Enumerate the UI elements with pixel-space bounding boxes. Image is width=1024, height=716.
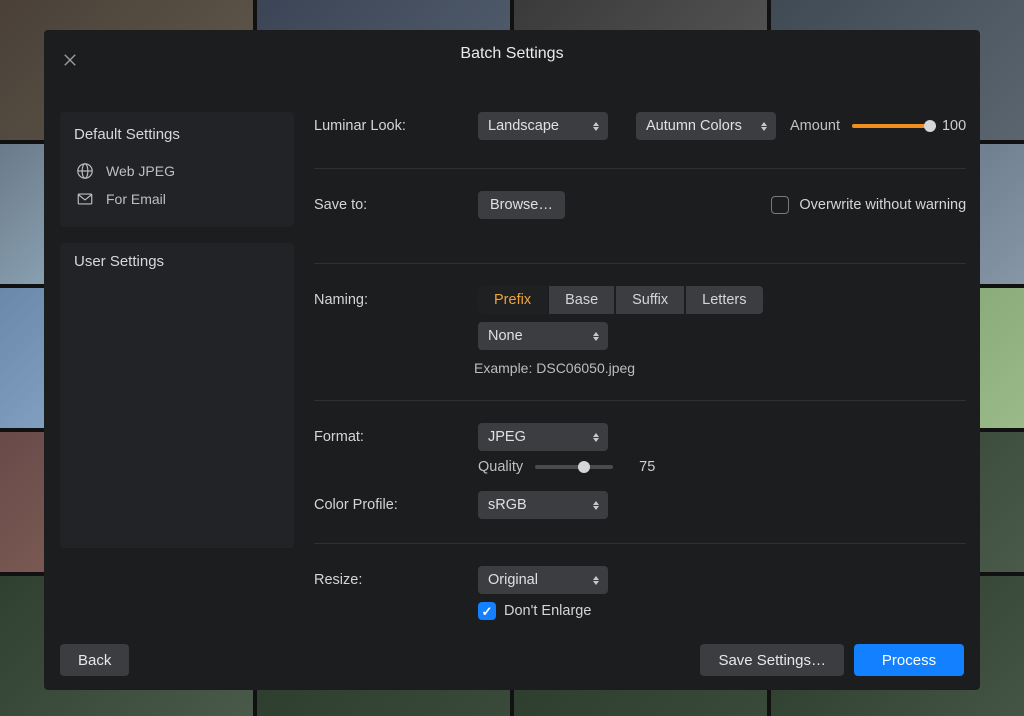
color-profile-label: Color Profile: bbox=[314, 497, 464, 513]
color-profile-select[interactable]: sRGB bbox=[478, 491, 608, 519]
preset-label: Web JPEG bbox=[106, 163, 175, 179]
format-select[interactable]: JPEG bbox=[478, 423, 608, 451]
preset-label: For Email bbox=[106, 191, 166, 207]
quality-row: Quality 75 bbox=[314, 459, 966, 491]
divider bbox=[314, 168, 966, 169]
resize-label: Resize: bbox=[314, 572, 464, 588]
user-settings-section: User Settings bbox=[60, 243, 294, 548]
select-value: sRGB bbox=[488, 497, 527, 513]
naming-option-select[interactable]: None bbox=[478, 322, 608, 350]
look-label: Luminar Look: bbox=[314, 118, 464, 134]
color-profile-row: Color Profile: sRGB bbox=[314, 491, 966, 543]
select-caret-icon bbox=[590, 118, 602, 134]
overwrite-checkbox[interactable] bbox=[771, 196, 789, 214]
naming-tab-suffix[interactable]: Suffix bbox=[616, 286, 684, 314]
select-caret-icon bbox=[590, 429, 602, 445]
select-value: Original bbox=[488, 572, 538, 588]
dont-enlarge-checkbox[interactable] bbox=[478, 602, 496, 620]
quality-label: Quality bbox=[478, 459, 523, 475]
select-value: JPEG bbox=[488, 429, 526, 445]
overwrite-label: Overwrite without warning bbox=[799, 197, 966, 213]
save-to-label: Save to: bbox=[314, 197, 464, 213]
browse-button[interactable]: Browse… bbox=[478, 191, 565, 219]
select-value: Landscape bbox=[488, 118, 559, 134]
look-filter-select[interactable]: Autumn Colors bbox=[636, 112, 776, 140]
process-button[interactable]: Process bbox=[854, 644, 964, 676]
select-caret-icon bbox=[590, 328, 602, 344]
back-button[interactable]: Back bbox=[60, 644, 129, 676]
naming-segmented: Prefix Base Suffix Letters bbox=[478, 286, 763, 314]
envelope-icon bbox=[76, 190, 94, 208]
format-row: Format: JPEG bbox=[314, 423, 966, 459]
divider bbox=[314, 263, 966, 264]
naming-label: Naming: bbox=[314, 292, 464, 308]
select-value: None bbox=[488, 328, 523, 344]
dialog-title: Batch Settings bbox=[460, 45, 563, 63]
naming-example: Example: DSC06050.jpeg bbox=[474, 360, 966, 376]
amount-label: Amount bbox=[790, 118, 840, 134]
naming-tab-prefix[interactable]: Prefix bbox=[478, 286, 547, 314]
save-settings-button[interactable]: Save Settings… bbox=[700, 644, 844, 676]
batch-settings-dialog: Batch Settings Default Settings Web JPEG… bbox=[44, 30, 980, 690]
resize-row: Resize: Original bbox=[314, 566, 966, 602]
close-icon[interactable] bbox=[62, 52, 78, 68]
naming-option-row: None bbox=[314, 322, 966, 350]
preset-for-email[interactable]: For Email bbox=[74, 185, 280, 213]
preset-web-jpeg[interactable]: Web JPEG bbox=[74, 157, 280, 185]
naming-tab-base[interactable]: Base bbox=[549, 286, 614, 314]
naming-row: Naming: Prefix Base Suffix Letters bbox=[314, 286, 966, 322]
naming-tab-letters[interactable]: Letters bbox=[686, 286, 762, 314]
select-caret-icon bbox=[590, 572, 602, 588]
resize-select[interactable]: Original bbox=[478, 566, 608, 594]
globe-icon bbox=[76, 162, 94, 180]
select-caret-icon bbox=[758, 118, 770, 134]
settings-sidebar: Default Settings Web JPEG For Email User… bbox=[60, 78, 294, 630]
luminar-look-row: Luminar Look: Landscape Autumn Colors Am… bbox=[314, 112, 966, 168]
dialog-header: Batch Settings bbox=[44, 30, 980, 78]
select-value: Autumn Colors bbox=[646, 118, 742, 134]
user-settings-heading: User Settings bbox=[74, 253, 280, 270]
look-preset-select[interactable]: Landscape bbox=[478, 112, 608, 140]
divider bbox=[314, 400, 966, 401]
dialog-footer: Back Save Settings… Process bbox=[44, 630, 980, 690]
quality-slider[interactable] bbox=[535, 465, 613, 469]
quality-value: 75 bbox=[639, 459, 655, 475]
amount-slider[interactable] bbox=[852, 124, 930, 128]
format-label: Format: bbox=[314, 429, 464, 445]
save-to-row: Save to: Browse… Overwrite without warni… bbox=[314, 191, 966, 263]
default-settings-heading: Default Settings bbox=[74, 126, 280, 143]
dont-enlarge-label: Don't Enlarge bbox=[504, 603, 591, 619]
divider bbox=[314, 543, 966, 544]
select-caret-icon bbox=[590, 497, 602, 513]
amount-value: 100 bbox=[942, 118, 966, 134]
dont-enlarge-row: Don't Enlarge bbox=[314, 602, 966, 634]
default-settings-section: Default Settings Web JPEG For Email bbox=[60, 112, 294, 227]
settings-panel: Luminar Look: Landscape Autumn Colors Am… bbox=[314, 78, 974, 630]
